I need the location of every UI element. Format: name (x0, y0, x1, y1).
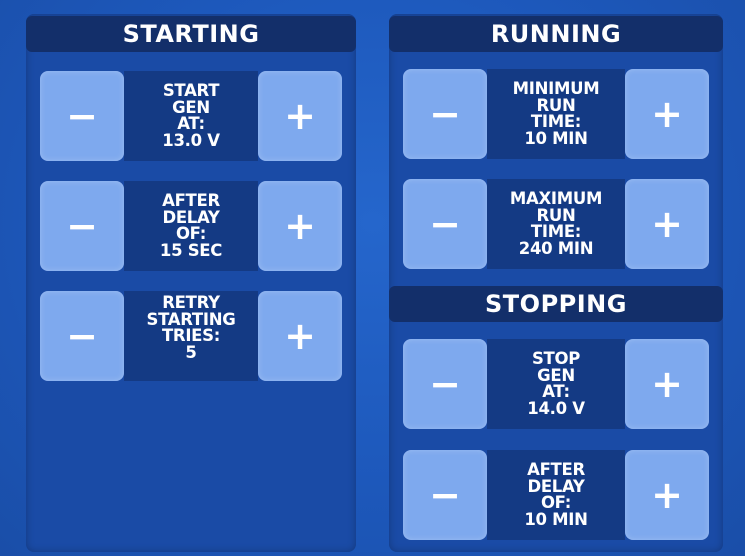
stop-gen-at-increase-button[interactable]: + (625, 339, 709, 429)
min-run-time-increase-button[interactable]: + (625, 69, 709, 159)
running-header: RUNNING (389, 16, 723, 52)
starting-header: STARTING (26, 16, 356, 52)
stop-delay-setting: − AFTER DELAY OF: 10 MIN + (403, 450, 709, 540)
plus-icon: + (651, 202, 683, 246)
start-delay-decrease-button[interactable]: − (40, 181, 124, 271)
minus-icon: − (66, 94, 98, 138)
max-run-time-increase-button[interactable]: + (625, 179, 709, 269)
plus-icon: + (651, 92, 683, 136)
starting-panel: STARTING − START GEN AT: 13.0 V + − AFTE… (26, 14, 356, 552)
start-delay-value: 15 SEC (159, 240, 223, 260)
stop-gen-at-setting: − STOP GEN AT: 14.0 V + (403, 339, 709, 429)
start-gen-at-value: 13.0 V (162, 130, 220, 150)
stop-delay-decrease-button[interactable]: − (403, 450, 487, 540)
stop-gen-at-value: 14.0 V (527, 398, 585, 418)
max-run-time-decrease-button[interactable]: − (403, 179, 487, 269)
start-delay-increase-button[interactable]: + (258, 181, 342, 271)
stopping-header: STOPPING (389, 286, 723, 322)
start-gen-at-label: START GEN AT: 13.0 V (124, 71, 258, 161)
minus-icon: − (429, 92, 461, 136)
stop-delay-increase-button[interactable]: + (625, 450, 709, 540)
max-run-time-value: 240 MIN (518, 238, 594, 258)
min-run-time-value: 10 MIN (524, 128, 588, 148)
minus-icon: − (66, 314, 98, 358)
start-delay-setting: − AFTER DELAY OF: 15 SEC + (40, 181, 342, 271)
plus-icon: + (651, 473, 683, 517)
stop-gen-at-decrease-button[interactable]: − (403, 339, 487, 429)
plus-icon: + (651, 362, 683, 406)
running-stopping-panel: RUNNING − MINIMUM RUN TIME: 10 MIN + − M… (389, 14, 723, 552)
plus-icon: + (284, 204, 316, 248)
retry-tries-label: RETRY STARTING TRIES: 5 (124, 291, 258, 381)
start-delay-label: AFTER DELAY OF: 15 SEC (124, 181, 258, 271)
minus-icon: − (429, 473, 461, 517)
minus-icon: − (66, 204, 98, 248)
max-run-time-label: MAXIMUM RUN TIME: 240 MIN (487, 179, 625, 269)
minus-icon: − (429, 202, 461, 246)
stop-delay-label: AFTER DELAY OF: 10 MIN (487, 450, 625, 540)
minus-icon: − (429, 362, 461, 406)
start-gen-at-increase-button[interactable]: + (258, 71, 342, 161)
min-run-time-label: MINIMUM RUN TIME: 10 MIN (487, 69, 625, 159)
min-run-time-setting: − MINIMUM RUN TIME: 10 MIN + (403, 69, 709, 159)
start-gen-at-decrease-button[interactable]: − (40, 71, 124, 161)
max-run-time-setting: − MAXIMUM RUN TIME: 240 MIN + (403, 179, 709, 269)
retry-tries-decrease-button[interactable]: − (40, 291, 124, 381)
min-run-time-decrease-button[interactable]: − (403, 69, 487, 159)
retry-tries-increase-button[interactable]: + (258, 291, 342, 381)
start-gen-at-setting: − START GEN AT: 13.0 V + (40, 71, 342, 161)
stop-gen-at-label: STOP GEN AT: 14.0 V (487, 339, 625, 429)
generator-settings-screen: STARTING − START GEN AT: 13.0 V + − AFTE… (0, 0, 745, 556)
stop-delay-value: 10 MIN (524, 509, 588, 529)
plus-icon: + (284, 314, 316, 358)
plus-icon: + (284, 94, 316, 138)
retry-tries-setting: − RETRY STARTING TRIES: 5 + (40, 291, 342, 381)
retry-tries-value: 5 (185, 342, 197, 362)
